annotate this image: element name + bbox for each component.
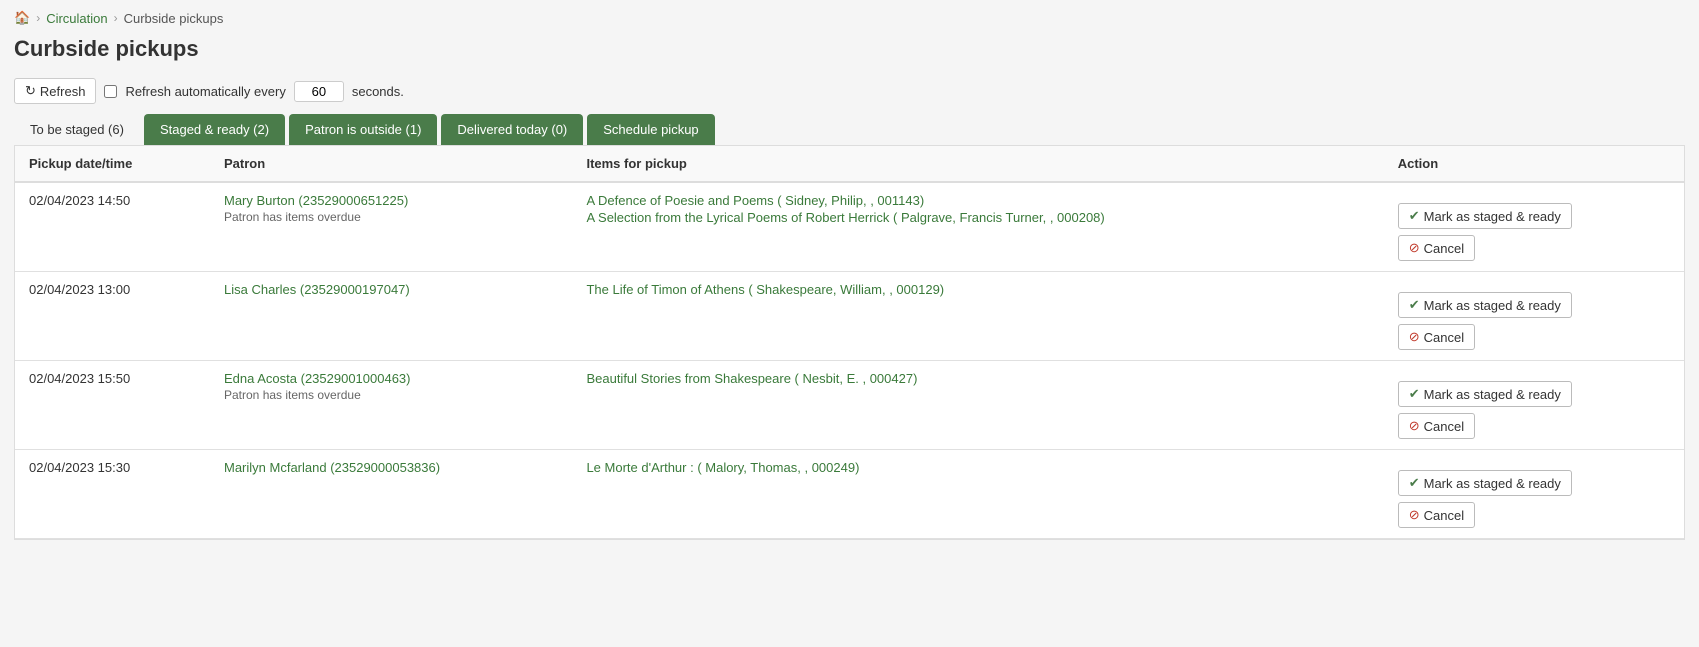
cancel-button[interactable]: ⊘ Cancel xyxy=(1398,324,1475,350)
check-icon: ✔ xyxy=(1409,475,1420,491)
cell-action: ✔ Mark as staged & ready ⊘ Cancel xyxy=(1384,182,1684,272)
current-page-crumb: Curbside pickups xyxy=(124,11,224,26)
check-icon: ✔ xyxy=(1409,386,1420,402)
cell-items: A Defence of Poesie and Poems ( Sidney, … xyxy=(572,182,1383,272)
main-table-container: Pickup date/time Patron Items for pickup… xyxy=(14,145,1685,540)
cancel-button[interactable]: ⊘ Cancel xyxy=(1398,413,1475,439)
patron-note: Patron has items overdue xyxy=(224,388,558,402)
cell-action: ✔ Mark as staged & ready ⊘ Cancel xyxy=(1384,361,1684,450)
refresh-icon: ↻ xyxy=(25,83,36,99)
col-header-action: Action xyxy=(1384,146,1684,182)
breadcrumb: 🏠 › Circulation › Curbside pickups xyxy=(0,0,1699,32)
patron-link[interactable]: Mary Burton (23529000651225) xyxy=(224,193,408,208)
tab-schedule-pickup[interactable]: Schedule pickup xyxy=(587,114,714,145)
mark-staged-button[interactable]: ✔ Mark as staged & ready xyxy=(1398,292,1572,318)
table-header-row: Pickup date/time Patron Items for pickup… xyxy=(15,146,1684,182)
table-row: 02/04/2023 15:30 Marilyn Mcfarland (23529… xyxy=(15,450,1684,539)
cell-items: Le Morte d'Arthur : ( Malory, Thomas, , … xyxy=(572,450,1383,539)
cancel-icon: ⊘ xyxy=(1409,418,1420,434)
auto-refresh-checkbox[interactable] xyxy=(104,85,117,98)
tab-patron-outside[interactable]: Patron is outside (1) xyxy=(289,114,437,145)
mark-staged-button[interactable]: ✔ Mark as staged & ready xyxy=(1398,381,1572,407)
item-link[interactable]: A Selection from the Lyrical Poems of Ro… xyxy=(586,210,1369,225)
home-link[interactable]: 🏠 xyxy=(14,10,30,26)
cell-patron: Marilyn Mcfarland (23529000053836) xyxy=(210,450,572,539)
item-link[interactable]: Le Morte d'Arthur : ( Malory, Thomas, , … xyxy=(586,460,1369,475)
tab-to-be-staged[interactable]: To be staged (6) xyxy=(14,114,140,145)
item-link[interactable]: A Defence of Poesie and Poems ( Sidney, … xyxy=(586,193,1369,208)
cell-action: ✔ Mark as staged & ready ⊘ Cancel xyxy=(1384,272,1684,361)
tab-staged-ready[interactable]: Staged & ready (2) xyxy=(144,114,285,145)
col-header-patron: Patron xyxy=(210,146,572,182)
sep1: › xyxy=(36,11,40,25)
patron-link[interactable]: Lisa Charles (23529000197047) xyxy=(224,282,410,297)
cancel-icon: ⊘ xyxy=(1409,507,1420,523)
cell-patron: Lisa Charles (23529000197047) xyxy=(210,272,572,361)
cell-items: Beautiful Stories from Shakespeare ( Nes… xyxy=(572,361,1383,450)
check-icon: ✔ xyxy=(1409,297,1420,313)
tab-delivered-today[interactable]: Delivered today (0) xyxy=(441,114,583,145)
tabs-bar: To be staged (6) Staged & ready (2) Patr… xyxy=(0,114,1699,145)
mark-staged-button[interactable]: ✔ Mark as staged & ready xyxy=(1398,470,1572,496)
refresh-interval-input[interactable] xyxy=(294,81,344,102)
patron-link[interactable]: Edna Acosta (23529001000463) xyxy=(224,371,411,386)
seconds-label: seconds. xyxy=(352,84,404,99)
cancel-icon: ⊘ xyxy=(1409,329,1420,345)
table-row: 02/04/2023 15:50Edna Acosta (23529001000… xyxy=(15,361,1684,450)
cell-patron: Mary Burton (23529000651225) Patron has i… xyxy=(210,182,572,272)
item-link[interactable]: The Life of Timon of Athens ( Shakespear… xyxy=(586,282,1369,297)
cell-date: 02/04/2023 14:50 xyxy=(15,182,210,272)
pickups-table: Pickup date/time Patron Items for pickup… xyxy=(15,146,1684,539)
patron-note: Patron has items overdue xyxy=(224,210,558,224)
cancel-icon: ⊘ xyxy=(1409,240,1420,256)
cancel-button[interactable]: ⊘ Cancel xyxy=(1398,235,1475,261)
cell-patron: Edna Acosta (23529001000463) Patron has i… xyxy=(210,361,572,450)
circulation-link[interactable]: Circulation xyxy=(46,11,107,26)
cell-date: 02/04/2023 15:50 xyxy=(15,361,210,450)
col-header-date: Pickup date/time xyxy=(15,146,210,182)
check-icon: ✔ xyxy=(1409,208,1420,224)
patron-link[interactable]: Marilyn Mcfarland (23529000053836) xyxy=(224,460,440,475)
col-header-items: Items for pickup xyxy=(572,146,1383,182)
auto-refresh-label: Refresh automatically every xyxy=(125,84,285,99)
refresh-button[interactable]: ↻ Refresh xyxy=(14,78,96,104)
table-row: 02/04/2023 13:00 Lisa Charles (2352900019… xyxy=(15,272,1684,361)
cell-date: 02/04/2023 15:30 xyxy=(15,450,210,539)
page-title: Curbside pickups xyxy=(0,32,1699,72)
cell-action: ✔ Mark as staged & ready ⊘ Cancel xyxy=(1384,450,1684,539)
cell-date: 02/04/2023 13:00 xyxy=(15,272,210,361)
sep2: › xyxy=(114,11,118,25)
table-row: 02/04/2023 14:50Mary Burton (23529000651… xyxy=(15,182,1684,272)
item-link[interactable]: Beautiful Stories from Shakespeare ( Nes… xyxy=(586,371,1369,386)
toolbar: ↻ Refresh Refresh automatically every se… xyxy=(0,72,1699,114)
mark-staged-button[interactable]: ✔ Mark as staged & ready xyxy=(1398,203,1572,229)
refresh-label: Refresh xyxy=(40,84,86,99)
cancel-button[interactable]: ⊘ Cancel xyxy=(1398,502,1475,528)
cell-items: The Life of Timon of Athens ( Shakespear… xyxy=(572,272,1383,361)
